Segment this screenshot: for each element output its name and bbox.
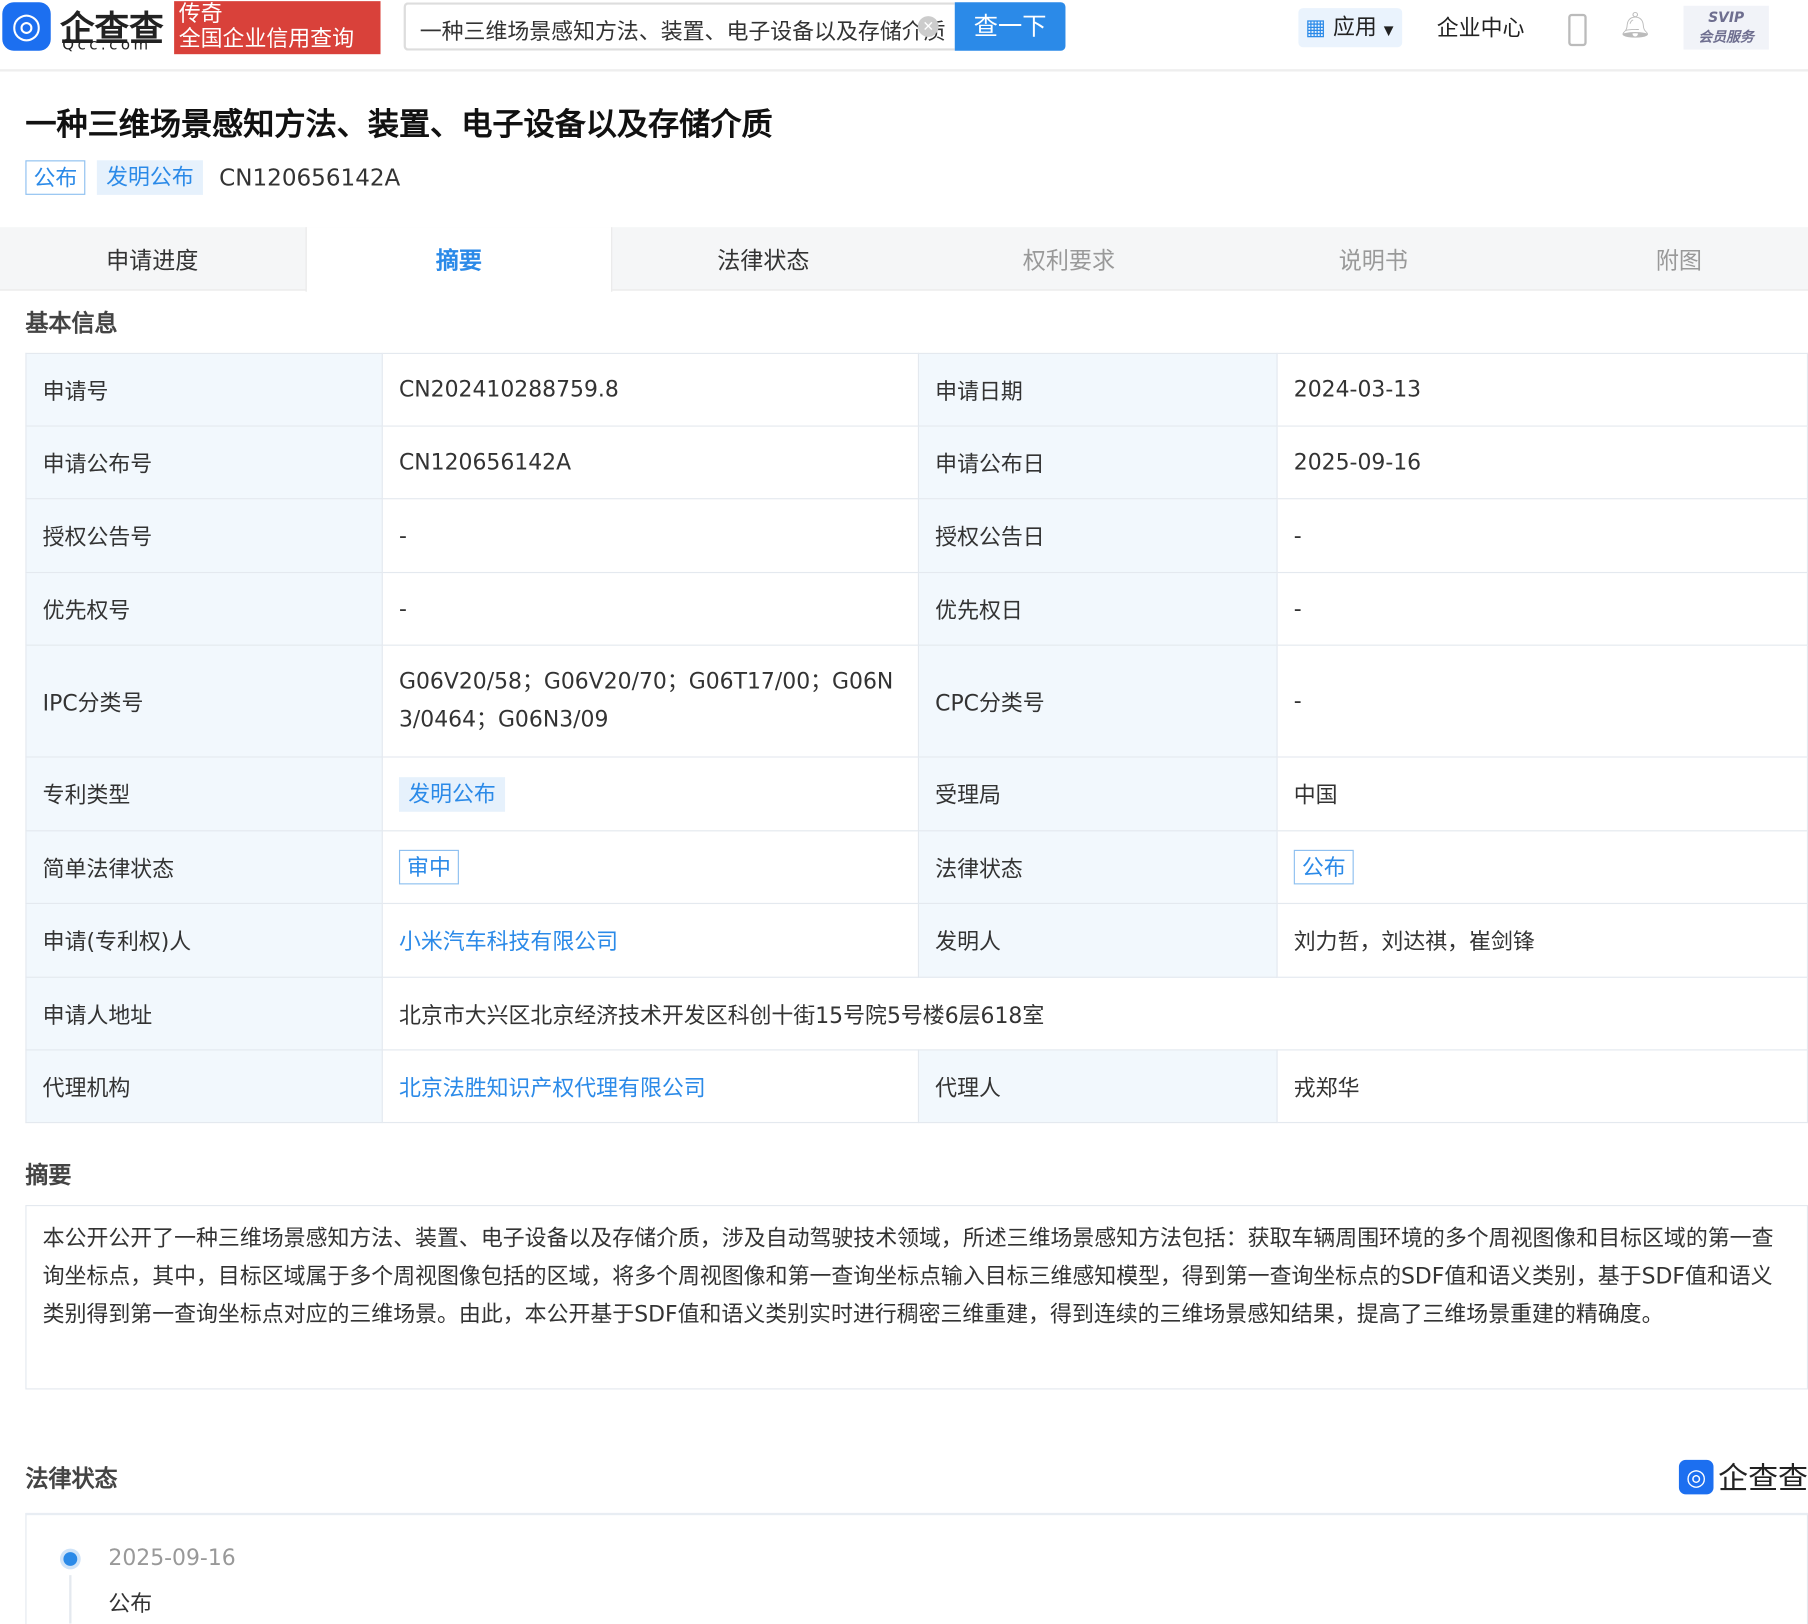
label: 申请日期 xyxy=(917,352,1278,427)
table-row: 申请号 CN202410288759.8 申请日期 2024-03-13 xyxy=(25,352,1808,427)
page-title: 一种三维场景感知方法、装置、电子设备以及存储介质 xyxy=(25,107,773,143)
table-row: 优先权号 - 优先权日 - xyxy=(25,571,1808,646)
search-input[interactable]: 一种三维场景感知方法、装置、电子设备以及存储介质 xyxy=(403,2,955,51)
grid-icon: ▦ xyxy=(1305,14,1327,41)
value: CN202410288759.8 xyxy=(381,352,920,427)
label: 授权公告日 xyxy=(917,498,1278,574)
tag-row: 公布 发明公布 CN120656142A xyxy=(25,160,400,195)
basic-info-table: 申请号 CN202410288759.8 申请日期 2024-03-13 申请公布号 C… xyxy=(25,352,1808,1124)
table-row: 申请人地址 北京市大兴区北京经济技术开发区科创十街15号院5号楼6层618室 xyxy=(25,976,1808,1051)
label: 申请公布日 xyxy=(917,425,1278,500)
table-row: 申请(专利权)人 小米汽车科技有限公司 发明人 刘力哲，刘达祺，崔剑锋 xyxy=(25,902,1808,978)
abstract-heading: 摘要 xyxy=(25,1161,72,1189)
value: - xyxy=(1276,644,1808,758)
type-badge: 发明公布 xyxy=(96,160,203,195)
label: 授权公告号 xyxy=(25,498,383,574)
label: 简单法律状态 xyxy=(25,830,383,905)
value: 刘力哲，刘达祺，崔剑锋 xyxy=(1276,902,1808,978)
value: G06V20/58；G06V20/70；G06T17/00；G06N3/0464… xyxy=(381,644,920,758)
table-row: 简单法律状态 审中 法律状态 公布 xyxy=(25,830,1808,905)
tab-abstract[interactable]: 摘要 xyxy=(305,227,613,292)
label: 优先权号 xyxy=(25,571,383,646)
tab-legal-status[interactable]: 法律状态 xyxy=(611,227,915,289)
patent-number: CN120656142A xyxy=(219,163,401,192)
apps-menu[interactable]: ▦ 应用 ▼ xyxy=(1298,8,1403,48)
table-row: 授权公告号 - 授权公告日 - xyxy=(25,498,1808,574)
abstract-text: 本公开公开了一种三维场景感知方法、装置、电子设备以及存储介质，涉及自动驾驶技术领… xyxy=(25,1204,1808,1390)
label: CPC分类号 xyxy=(917,644,1278,758)
value: 戎郑华 xyxy=(1276,1049,1808,1124)
tab-progress[interactable]: 申请进度 xyxy=(0,227,304,289)
top-bar: ◎ 企查查 Qcc.com 传奇 全国企业信用查询 一种三维场景感知方法、装置、电… xyxy=(0,0,1808,72)
chevron-down-icon: ▼ xyxy=(1383,23,1394,39)
value: 北京法胜知识产权代理有限公司 xyxy=(381,1049,920,1124)
label: 优先权日 xyxy=(917,571,1278,646)
table-row: 专利类型 发明公布 受理局 中国 xyxy=(25,756,1808,832)
svip-button[interactable]: SVIP 会员服务 xyxy=(1683,5,1769,50)
logo-sub: Qcc.com xyxy=(62,36,152,55)
tab-description[interactable]: 说明书 xyxy=(1221,227,1525,289)
bell-icon[interactable]: 🔔︎ xyxy=(1619,12,1651,41)
qcc-watermark-logo: ◎ 企查查 xyxy=(1678,1455,1808,1498)
patent-type-badge: 发明公布 xyxy=(398,776,506,812)
label: 代理机构 xyxy=(25,1049,383,1124)
phone-icon[interactable] xyxy=(1568,13,1587,47)
promo-line1: 传奇 xyxy=(178,1,223,27)
label: 受理局 xyxy=(917,756,1278,832)
label: 申请(专利权)人 xyxy=(25,902,383,978)
enterprise-center-link[interactable]: 企业中心 xyxy=(1437,12,1525,43)
value: CN120656142A xyxy=(381,425,920,500)
search-button[interactable]: 查一下 xyxy=(954,2,1066,51)
agency-link[interactable]: 北京法胜知识产权代理有限公司 xyxy=(399,1075,706,1100)
label: 专利类型 xyxy=(25,756,383,832)
value: 审中 xyxy=(381,830,920,905)
apps-label: 应用 xyxy=(1332,14,1377,41)
value: 小米汽车科技有限公司 xyxy=(381,902,920,978)
table-row: IPC分类号 G06V20/58；G06V20/70；G06T17/00；G06N… xyxy=(25,644,1808,758)
value: 公布 xyxy=(1276,830,1808,905)
value: - xyxy=(1276,571,1808,646)
value: 2024-03-13 xyxy=(1276,352,1808,427)
value: 2025-09-16 xyxy=(1276,425,1808,500)
label: 申请人地址 xyxy=(25,976,383,1051)
tab-claims[interactable]: 权利要求 xyxy=(917,227,1221,289)
status-badge: 公布 xyxy=(25,160,86,195)
legal-status-heading: 法律状态 xyxy=(25,1464,118,1493)
tab-figures[interactable]: 附图 xyxy=(1527,227,1808,289)
table-row: 代理机构 北京法胜知识产权代理有限公司 代理人 戎郑华 xyxy=(25,1049,1808,1124)
label: 申请公布号 xyxy=(25,425,383,500)
event-status: 公布 xyxy=(108,1591,153,1617)
label: 法律状态 xyxy=(917,830,1278,905)
label: 代理人 xyxy=(917,1049,1278,1124)
value: - xyxy=(381,498,920,574)
event-date: 2025-09-16 xyxy=(108,1545,236,1571)
watermark-text: 企查查 xyxy=(1718,1462,1808,1497)
label: 申请号 xyxy=(25,352,383,427)
legal-timeline xyxy=(25,1512,1808,1624)
promo-line2: 全国企业信用查询 xyxy=(178,26,355,52)
applicant-link[interactable]: 小米汽车科技有限公司 xyxy=(399,929,618,954)
qcc-logo-icon: ◎ xyxy=(1678,1459,1714,1494)
value: 发明公布 xyxy=(381,756,920,832)
timeline-line xyxy=(69,1575,72,1624)
value: 中国 xyxy=(1276,756,1808,832)
value: - xyxy=(1276,498,1808,574)
qcc-logo-icon[interactable]: ◎ xyxy=(2,2,51,51)
basic-info-heading: 基本信息 xyxy=(25,309,118,337)
label: 发明人 xyxy=(917,902,1278,978)
value: 北京市大兴区北京经济技术开发区科创十街15号院5号楼6层618室 xyxy=(381,976,1808,1051)
label: IPC分类号 xyxy=(25,644,383,758)
timeline-dot-icon xyxy=(63,1552,78,1566)
table-row: 申请公布号 CN120656142A 申请公布日 2025-09-16 xyxy=(25,425,1808,500)
promo-banner[interactable]: 传奇 全国企业信用查询 xyxy=(174,1,381,55)
svip-label: SVIP xyxy=(1708,9,1745,26)
legal-status-badge: 公布 xyxy=(1293,849,1354,885)
tab-bar: 申请进度 摘要 法律状态 权利要求 说明书 附图 xyxy=(0,227,1808,292)
svip-sub: 会员服务 xyxy=(1698,28,1754,45)
clear-icon[interactable]: ✕ xyxy=(917,16,939,37)
simple-status-badge: 审中 xyxy=(398,849,459,885)
value: - xyxy=(381,571,920,646)
